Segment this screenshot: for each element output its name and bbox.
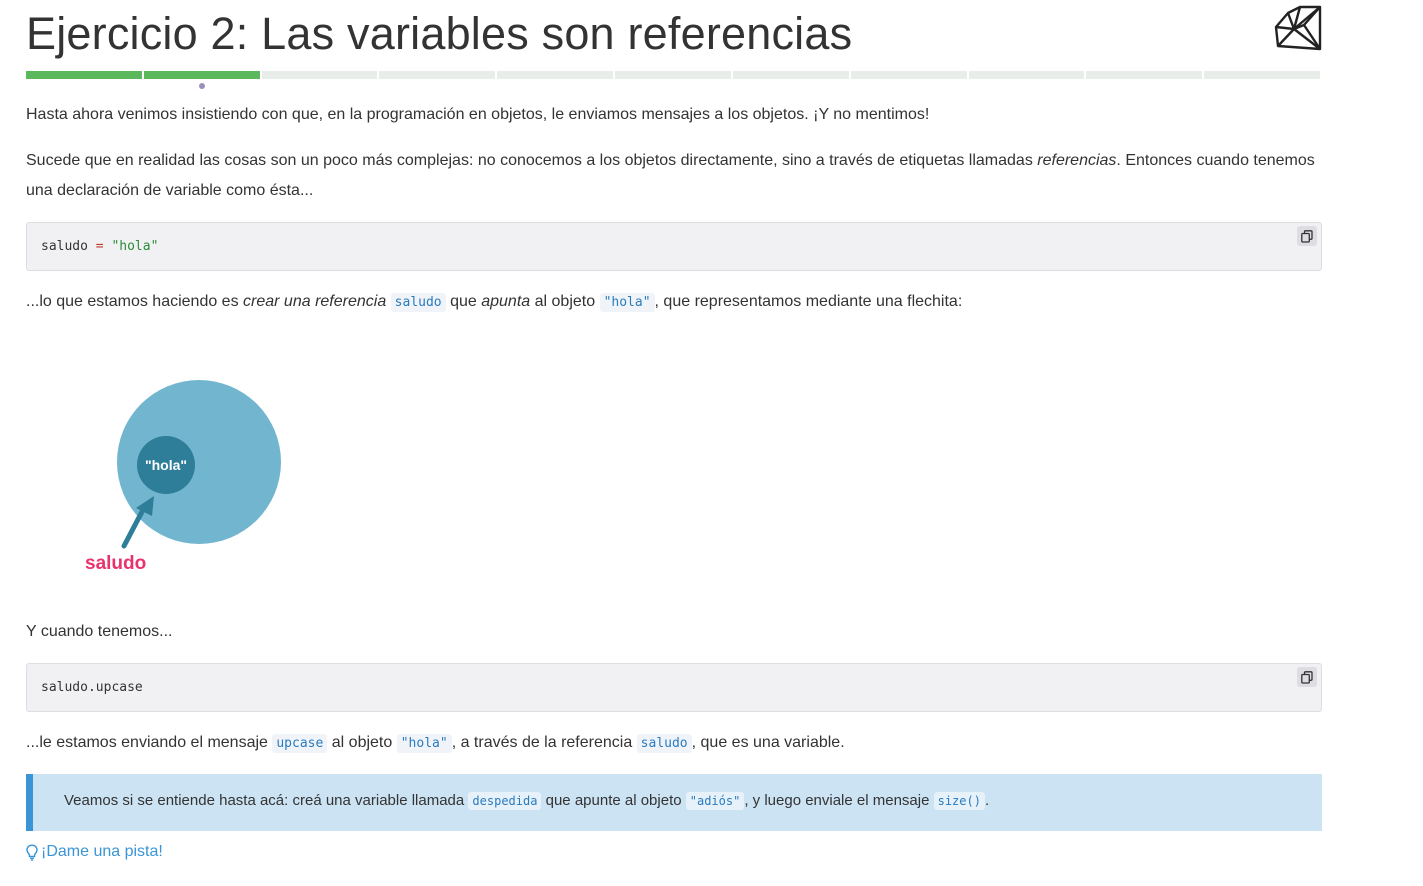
paragraph-text: al objeto	[331, 734, 397, 751]
code-line: saludo.upcase	[41, 680, 143, 695]
callout-text-part: , y luego enviale el mensaje	[744, 792, 934, 809]
code-variable: saludo	[41, 239, 88, 254]
paragraph-text: que	[445, 293, 482, 310]
paragraph-text: , a través de la referencia	[451, 734, 637, 751]
paragraph-text: Hasta ahora venimos insistiendo con que,…	[26, 106, 930, 123]
paragraph-text: Sucede que en realidad las cosas son un …	[26, 152, 1038, 169]
callout-text: Veamos si se entiende hasta acá: creá un…	[64, 792, 990, 810]
paragraph-text: , que representamos mediante una flechit…	[654, 293, 963, 310]
code-line: saludo = "hola"	[41, 239, 158, 254]
inline-code: "hola"	[599, 293, 655, 312]
hint-label[interactable]: ¡Dame una pista!	[41, 843, 163, 861]
code-block[interactable]: saludo.upcase	[26, 663, 1322, 712]
emphasis-text: crear una referencia	[243, 293, 387, 310]
copy-button[interactable]	[1297, 667, 1317, 687]
progress-step[interactable]	[1086, 71, 1203, 79]
inline-code: "hola"	[396, 734, 452, 753]
progress-bar	[26, 71, 1320, 79]
inline-code: size()	[933, 792, 985, 810]
page-title: Ejercicio 2: Las variables son referenci…	[26, 8, 853, 59]
copy-icon	[1301, 229, 1313, 243]
paragraph-explanation: ...lo que estamos haciendo es crear una …	[26, 287, 1322, 318]
progress-step[interactable]	[850, 71, 967, 79]
progress-step[interactable]	[968, 71, 1085, 79]
inline-code: "adiós"	[685, 792, 745, 810]
emphasis-text: apunta	[481, 293, 531, 310]
copy-icon	[1301, 670, 1313, 684]
hint-link[interactable]: ¡Dame una pista!	[26, 843, 163, 861]
progress-step[interactable]	[379, 71, 496, 79]
emphasis-text: referencias	[1037, 152, 1117, 169]
inline-code: saludo	[636, 734, 692, 753]
paragraph-references: Sucede que en realidad las cosas son un …	[26, 146, 1322, 206]
inline-code: upcase	[272, 734, 328, 753]
code-block[interactable]: saludo = "hola"	[26, 222, 1322, 271]
progress-step[interactable]	[143, 71, 260, 79]
paragraph-text: ...le estamos enviando el mensaje	[26, 734, 273, 751]
object-label: "hola"	[145, 457, 187, 473]
inline-code: despedida	[468, 792, 542, 810]
callout-text-part: que apunte al objeto	[545, 792, 686, 809]
paragraph-when: Y cuando tenemos...	[26, 617, 1322, 647]
progress-step[interactable]	[261, 71, 378, 79]
exercise-page: Ejercicio 2: Las variables son referenci…	[26, 0, 1322, 861]
reference-diagram: "hola" saludo	[85, 380, 281, 574]
paragraph-intro: Hasta ahora venimos insistiendo con que,…	[26, 100, 1322, 130]
progress-step[interactable]	[615, 71, 731, 79]
progress-step[interactable]	[26, 71, 142, 79]
paragraph-text: , que es una variable.	[691, 734, 845, 751]
paragraph-sending: ...le estamos enviando el mensaje upcase…	[26, 728, 1322, 759]
lightbulb-icon	[26, 843, 38, 861]
progress-step[interactable]	[732, 71, 849, 79]
inline-code: saludo	[390, 293, 446, 312]
paragraph-text: al objeto	[530, 293, 600, 310]
reference-label: saludo	[85, 553, 146, 574]
copy-button[interactable]	[1297, 226, 1317, 246]
paragraph-text: ...lo que estamos haciendo es	[26, 293, 244, 310]
progress-step[interactable]	[497, 71, 614, 79]
callout-text-part: .	[984, 792, 990, 809]
paragraph-text: Y cuando tenemos...	[26, 623, 173, 640]
code-operator: =	[95, 239, 104, 254]
callout-text-part: Veamos si se entiende hasta acá: creá un…	[64, 792, 469, 809]
ruby-logo-icon	[1274, 5, 1322, 51]
progress-step[interactable]	[1204, 71, 1320, 79]
code-string: "hola"	[111, 239, 159, 254]
title-row: Ejercicio 2: Las variables son referenci…	[26, 0, 1322, 70]
current-step-indicator	[199, 83, 205, 89]
exercise-callout: Veamos si se entiende hasta acá: creá un…	[26, 774, 1322, 831]
